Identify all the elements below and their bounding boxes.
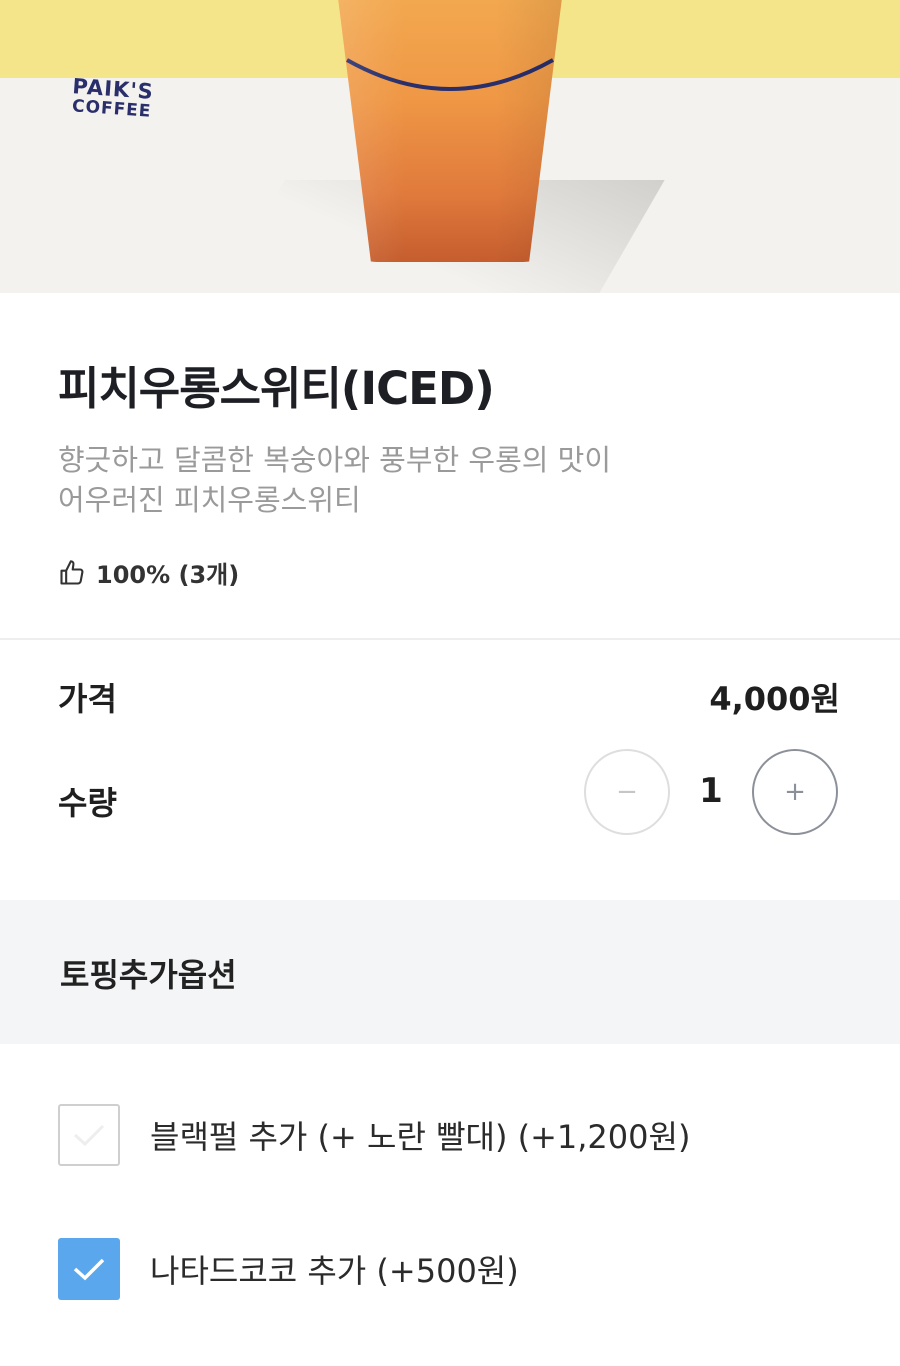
price-label: 가격 (58, 680, 117, 718)
topping-checkbox-black-pearl[interactable] (58, 1104, 120, 1166)
toppings-section-header: 토핑추가옵션 (0, 900, 900, 1044)
description-line-1: 향긋하고 달콤한 복숭아와 풍부한 우롱의 맛이 (58, 443, 612, 477)
toppings-section-title: 토핑추가옵션 (60, 956, 237, 994)
thumbs-up-icon (60, 559, 84, 585)
quantity-decrease-button[interactable]: − (584, 749, 670, 835)
topping-option-label: 블랙펄 추가 (+ 노란 빨대) (+1,200원) (150, 1118, 691, 1156)
topping-option-nata-de-coco[interactable]: 나타드코코 추가 (+500원) (58, 1238, 519, 1300)
rating-text: 100% (3개) (96, 561, 240, 589)
topping-option-label: 나타드코코 추가 (+500원) (150, 1252, 519, 1290)
price-value: 4,000원 (709, 680, 840, 718)
topping-option-black-pearl[interactable]: 블랙펄 추가 (+ 노란 빨대) (+1,200원) (58, 1104, 690, 1166)
check-icon (73, 1124, 105, 1147)
description-line-2: 어우러진 피치우롱스위티 (58, 483, 361, 517)
brand-logo: PAIK'S COFFEE (49, 74, 176, 123)
product-image: PAIK'S COFFEE (0, 0, 900, 293)
cup-band-decoration (346, 58, 554, 91)
quantity-increase-button[interactable]: + (752, 749, 838, 835)
product-description: 향긋하고 달콤한 복숭아와 풍부한 우롱의 맛이 어우러진 피치우롱스위티 (58, 440, 818, 520)
section-divider (0, 638, 900, 640)
quantity-value: 1 (699, 771, 723, 811)
check-icon (73, 1258, 105, 1281)
quantity-label: 수량 (58, 784, 117, 822)
topping-checkbox-nata-de-coco[interactable] (58, 1238, 120, 1300)
rating: 100% (3개) (58, 555, 239, 590)
product-title: 피치우롱스위티(ICED) (58, 362, 495, 415)
drink-cup (337, 0, 563, 262)
